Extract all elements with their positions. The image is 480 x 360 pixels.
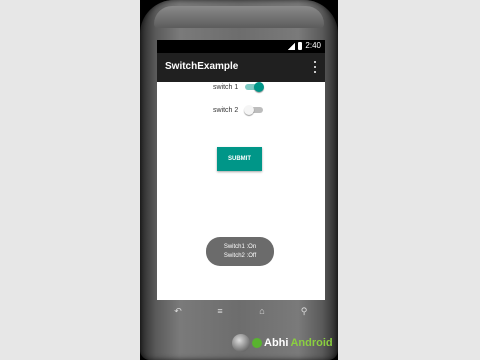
app-title: SwitchExample	[165, 61, 239, 72]
status-time: 2:40	[305, 41, 321, 50]
navigation-bar: ↶ ≡ ⌂ ⚲	[157, 300, 325, 322]
status-bar: 2:40	[157, 40, 325, 53]
toast-message: Switch1 :On Switch2 :Off	[206, 237, 274, 266]
back-icon[interactable]: ↶	[170, 306, 186, 317]
battery-icon	[298, 42, 303, 50]
app-bar: SwitchExample	[157, 53, 325, 82]
signal-icon	[288, 42, 296, 50]
switch-2-thumb	[244, 105, 254, 115]
watermark-prefix: Abhi	[264, 337, 289, 349]
menu-icon[interactable]: ≡	[212, 306, 228, 316]
home-icon[interactable]: ⌂	[254, 306, 270, 316]
search-icon[interactable]: ⚲	[296, 306, 312, 317]
submit-button[interactable]: SUBMIT	[217, 147, 262, 171]
watermark-logo: Abhi Android	[252, 337, 333, 349]
switch-1-thumb	[254, 82, 264, 92]
phone-top-bezel	[154, 6, 324, 28]
status-icons: 2:40	[288, 41, 321, 51]
overflow-menu-icon[interactable]	[313, 61, 317, 73]
trackball[interactable]	[232, 334, 250, 352]
toast-line-2: Switch2 :Off	[223, 252, 257, 259]
toast-line-1: Switch1 :On	[223, 243, 257, 250]
left-background	[0, 0, 140, 360]
right-background	[338, 0, 480, 360]
watermark-suffix: Android	[290, 337, 333, 349]
switch-1-label: switch 1	[213, 83, 239, 91]
switch-2-label: switch 2	[213, 106, 239, 114]
android-logo-icon	[252, 338, 262, 348]
phone-screen: 2:40 SwitchExample switch 1 switch 2 SUB…	[157, 40, 325, 300]
switch-1-toggle[interactable]	[245, 82, 265, 92]
switch-2-toggle[interactable]	[244, 105, 265, 115]
